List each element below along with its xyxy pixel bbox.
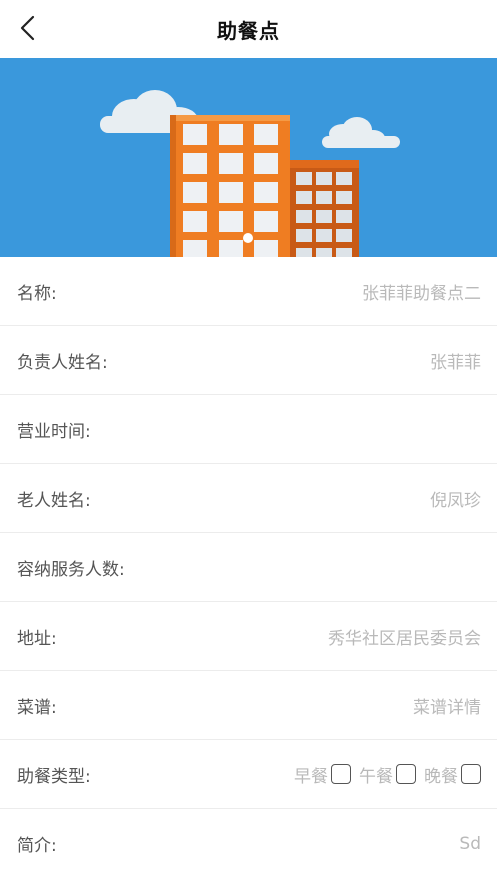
dinner-label: 晚餐 bbox=[424, 766, 458, 787]
page-title: 助餐点 bbox=[217, 19, 280, 43]
manager-value: 张菲菲 bbox=[430, 352, 481, 373]
intro-label: 简介: bbox=[17, 836, 57, 856]
row-capacity: 容纳服务人数: bbox=[0, 533, 497, 602]
banner-image bbox=[0, 58, 497, 257]
meal-option-dinner[interactable]: 晚餐 bbox=[424, 762, 481, 787]
elder-value: 倪凤珍 bbox=[430, 490, 481, 511]
row-hours: 营业时间: bbox=[0, 395, 497, 464]
row-address: 地址: 秀华社区居民委员会 bbox=[0, 602, 497, 671]
address-label: 地址: bbox=[17, 628, 57, 649]
manager-label: 负责人姓名: bbox=[17, 352, 108, 373]
nav-bar: 助餐点 bbox=[0, 0, 497, 58]
row-manager: 负责人姓名: 张菲菲 bbox=[0, 326, 497, 395]
breakfast-label: 早餐 bbox=[294, 766, 328, 787]
lunch-label: 午餐 bbox=[359, 766, 393, 787]
row-name: 名称: 张菲菲助餐点二 bbox=[0, 257, 497, 326]
row-elder: 老人姓名: 倪凤珍 bbox=[0, 464, 497, 533]
row-intro: 简介: Sd bbox=[0, 809, 497, 878]
menu-detail-link[interactable]: 菜谱详情 bbox=[413, 693, 481, 718]
row-meal-type: 助餐类型: 早餐 午餐 晚餐 bbox=[0, 740, 497, 809]
intro-value: Sd bbox=[459, 833, 481, 854]
dinner-checkbox[interactable] bbox=[461, 764, 481, 784]
capacity-label: 容纳服务人数: bbox=[17, 559, 125, 580]
breakfast-checkbox[interactable] bbox=[331, 764, 351, 784]
meal-option-breakfast[interactable]: 早餐 bbox=[294, 762, 351, 787]
name-label: 名称: bbox=[17, 283, 57, 304]
building-illustration bbox=[100, 90, 400, 257]
elder-label: 老人姓名: bbox=[17, 490, 91, 511]
meal-option-lunch[interactable]: 午餐 bbox=[359, 762, 416, 787]
address-value: 秀华社区居民委员会 bbox=[328, 628, 481, 649]
meal-type-label: 助餐类型: bbox=[17, 766, 91, 787]
name-value: 张菲菲助餐点二 bbox=[362, 283, 481, 304]
building-front bbox=[170, 115, 290, 257]
lunch-checkbox[interactable] bbox=[396, 764, 416, 784]
meal-type-options: 早餐 午餐 晚餐 bbox=[294, 762, 481, 787]
detail-list: 名称: 张菲菲助餐点二 负责人姓名: 张菲菲 营业时间: 老人姓名: 倪凤珍 容… bbox=[0, 257, 497, 878]
carousel-dot bbox=[243, 233, 253, 243]
row-menu[interactable]: 菜谱: 菜谱详情 bbox=[0, 671, 497, 740]
building-back bbox=[289, 160, 359, 257]
hours-label: 营业时间: bbox=[17, 421, 91, 442]
menu-label: 菜谱: bbox=[17, 697, 57, 718]
cloud-right bbox=[322, 117, 400, 148]
